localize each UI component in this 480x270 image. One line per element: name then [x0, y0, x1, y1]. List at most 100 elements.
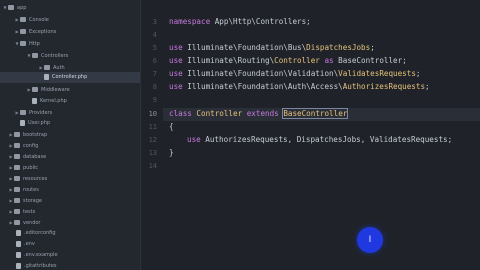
line-number: 9	[152, 96, 157, 104]
tree-item-storage[interactable]: ▶ storage	[8, 195, 42, 206]
folder-icon	[14, 143, 20, 148]
code-line-namespace: namespace App\Http\Controllers;	[169, 17, 311, 26]
code-line-use-traits: use AuthorizesRequests, DispatchesJobs, …	[187, 135, 452, 144]
file-icon	[44, 73, 49, 80]
tree-item-user-php[interactable]: User.php	[20, 118, 50, 129]
line-number: 14	[148, 162, 157, 170]
tree-item-console[interactable]: ▶ Console	[14, 14, 49, 25]
tree-item-label: Middleware	[41, 87, 70, 93]
tree-item-label: Controller.php	[52, 74, 88, 80]
tree-item-routes[interactable]: ▶ routes	[8, 184, 39, 195]
code-line-open-brace: {	[169, 122, 174, 131]
tree-item-env-example[interactable]: .env.example	[16, 250, 58, 261]
tree-item-label: public	[23, 165, 39, 171]
trait-list: AuthorizesRequests, DispatchesJobs, Vali…	[200, 135, 453, 144]
tree-item-label: routes	[23, 187, 39, 193]
line-number: 4	[152, 31, 157, 39]
namespace-path: App\Http\Controllers;	[210, 17, 311, 26]
tree-item-gitattributes[interactable]: .gitattributes	[16, 261, 57, 270]
tree-item-label: Console	[29, 17, 49, 23]
folder-icon	[20, 29, 26, 34]
tree-item-label: .env	[24, 241, 35, 247]
tree-item-label: bootstrap	[23, 132, 48, 138]
namespace-path: Illuminate\Foundation\Bus\	[182, 43, 307, 52]
tree-item-public[interactable]: ▶ public	[8, 162, 38, 173]
tree-item-kernel-php[interactable]: Kernel.php	[32, 96, 67, 107]
tree-item-label: app	[17, 5, 27, 11]
folder-icon	[20, 41, 26, 46]
code-line-close-brace: }	[169, 148, 174, 157]
line-number: 12	[148, 136, 157, 144]
tree-item-app[interactable]: ▼ app	[2, 2, 26, 13]
code-line-use-dispatches: use Illuminate\Foundation\Bus\Dispatches…	[169, 43, 375, 52]
tree-item-resources[interactable]: ▶ resources	[8, 173, 47, 184]
tree-item-label: storage	[23, 198, 42, 204]
tree-item-label: .env.example	[24, 252, 58, 258]
folder-icon	[14, 165, 20, 170]
semicolon: ;	[425, 82, 430, 91]
folder-icon	[32, 87, 38, 92]
tree-item-controllers[interactable]: ▼ Controllers	[26, 50, 68, 61]
alias-name: BaseController	[338, 56, 403, 65]
line-number: 13	[148, 149, 157, 157]
tree-item-exceptions[interactable]: ▶ Exceptions	[14, 26, 56, 37]
tree-item-env[interactable]: .env	[16, 239, 35, 250]
tree-item-providers[interactable]: ▶ Providers	[14, 107, 52, 118]
tree-item-label: Providers	[29, 110, 53, 116]
tree-item-label: resources	[23, 176, 48, 182]
tree-item-tests[interactable]: ▶ tests	[8, 206, 35, 217]
line-number-active: 10	[148, 110, 157, 118]
semicolon: ;	[370, 43, 375, 52]
code-line-use-routing: use Illuminate\Routing\Controller as Bas…	[169, 56, 407, 65]
tree-item-vendor[interactable]: ▶ vendor	[8, 217, 41, 228]
project-tree-sidebar: ▼ app ▶ Console ▶ Exceptions ▼ Http ▼ Control…	[0, 0, 141, 270]
tree-item-config[interactable]: ▶ config	[8, 140, 38, 151]
namespace-path: Illuminate\Foundation\Validation\	[182, 69, 339, 78]
class-name: Controller	[274, 56, 320, 65]
keyword-as: as	[319, 56, 339, 65]
keyword: use	[169, 56, 183, 65]
keyword-extends: extends	[246, 109, 279, 118]
file-icon	[16, 240, 21, 247]
class-name: Controller	[191, 109, 247, 118]
line-number: 3	[152, 18, 157, 26]
file-icon	[20, 119, 25, 126]
tree-item-label: database	[23, 154, 47, 160]
tree-item-middleware[interactable]: ▶ Middleware	[26, 84, 70, 95]
folder-icon	[32, 53, 38, 58]
line-number: 6	[152, 57, 157, 65]
folder-icon	[20, 110, 26, 115]
folder-icon	[14, 209, 20, 214]
tree-item-label: Http	[29, 41, 40, 47]
tree-item-label: Auth	[53, 65, 65, 71]
keyword: use	[169, 82, 183, 91]
class-name: DispatchesJobs	[306, 43, 371, 52]
tree-item-controller-php[interactable]: Controller.php	[0, 72, 140, 83]
tree-item-label: User.php	[28, 120, 51, 126]
class-name: ValidatesRequests	[338, 69, 416, 78]
folder-icon	[14, 198, 20, 203]
code-line-class-declaration: class Controller extends BaseController	[169, 108, 349, 119]
keyword-class: class	[169, 109, 192, 118]
folder-icon	[20, 17, 26, 22]
tree-item-bootstrap[interactable]: ▶ bootstrap	[8, 129, 47, 140]
base-class-name[interactable]: BaseController	[282, 108, 349, 119]
tree-item-editorconfig[interactable]: .editorconfig	[16, 228, 56, 239]
folder-icon	[14, 132, 20, 137]
tree-item-http[interactable]: ▼ Http	[14, 38, 40, 49]
file-icon	[16, 251, 21, 258]
folder-icon	[14, 220, 20, 225]
tree-item-label: Controllers	[41, 53, 69, 59]
tree-item-label: tests	[23, 209, 36, 215]
line-number: 11	[148, 123, 157, 131]
semicolon: ;	[402, 56, 407, 65]
code-line-use-auth: use Illuminate\Foundation\Auth\Access\Au…	[169, 82, 430, 91]
line-number: 8	[152, 83, 157, 91]
keyword: namespace	[169, 17, 211, 26]
namespace-path: Illuminate\Foundation\Auth\Access\	[182, 82, 343, 91]
tree-item-label: vendor	[23, 220, 41, 226]
folder-icon	[14, 154, 20, 159]
line-number-gutter: 3 4 5 6 7 8 9 10 11 12 13 14	[141, 0, 163, 270]
tree-item-database[interactable]: ▶ database	[8, 151, 46, 162]
code-editor[interactable]: 3 4 5 6 7 8 9 10 11 12 13 14 namespace A…	[141, 0, 480, 270]
